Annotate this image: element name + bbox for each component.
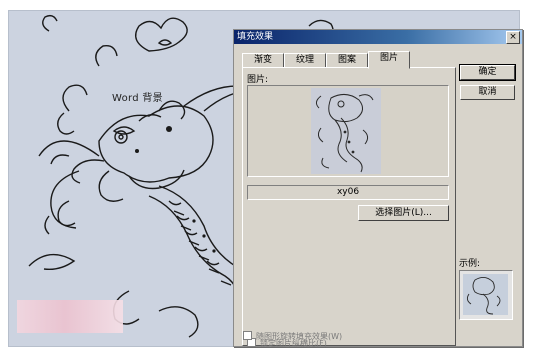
sample-dragon-image: [463, 274, 508, 315]
word-background-label: Word 背景: [112, 93, 163, 104]
sample-preview: [459, 270, 513, 320]
close-icon: ×: [509, 32, 517, 42]
blurred-watermark: [17, 300, 123, 333]
rotate-with-shape-checkbox[interactable]: 随图形旋转填充效果(W): [243, 331, 342, 342]
picture-file-name: xy06: [247, 185, 449, 200]
ok-button[interactable]: 确定: [459, 64, 516, 81]
dragon-preview-image: [311, 88, 381, 174]
tab-texture[interactable]: 纹理: [284, 53, 326, 68]
cancel-button[interactable]: 取消: [460, 85, 515, 100]
dialog-titlebar[interactable]: 填充效果 ×: [234, 30, 522, 44]
picture-preview: [247, 85, 449, 177]
select-picture-button[interactable]: 选择图片(L)...: [358, 205, 449, 221]
sample-dragon-art: [466, 277, 501, 315]
picture-tab-panel: 图片: xy06 选择图片(L)... 锁定图片纵横比(F): [242, 67, 456, 348]
picture-label: 图片:: [247, 75, 269, 85]
close-button[interactable]: ×: [506, 31, 520, 44]
tab-gradient[interactable]: 渐变: [242, 53, 284, 68]
checkbox-box[interactable]: [243, 331, 252, 340]
dragon-thumbnail-art: [315, 94, 374, 173]
fill-effects-dialog: 填充效果 × 渐变 纹理 图案 图片 图片: xy06 选择图片(L)... 锁…: [233, 29, 523, 348]
rotate-with-shape-label: 随图形旋转填充效果(W): [256, 332, 343, 341]
dialog-title: 填充效果: [237, 32, 274, 42]
tab-pattern[interactable]: 图案: [326, 53, 368, 68]
tab-picture[interactable]: 图片: [368, 51, 410, 69]
sample-label: 示例:: [459, 259, 481, 269]
